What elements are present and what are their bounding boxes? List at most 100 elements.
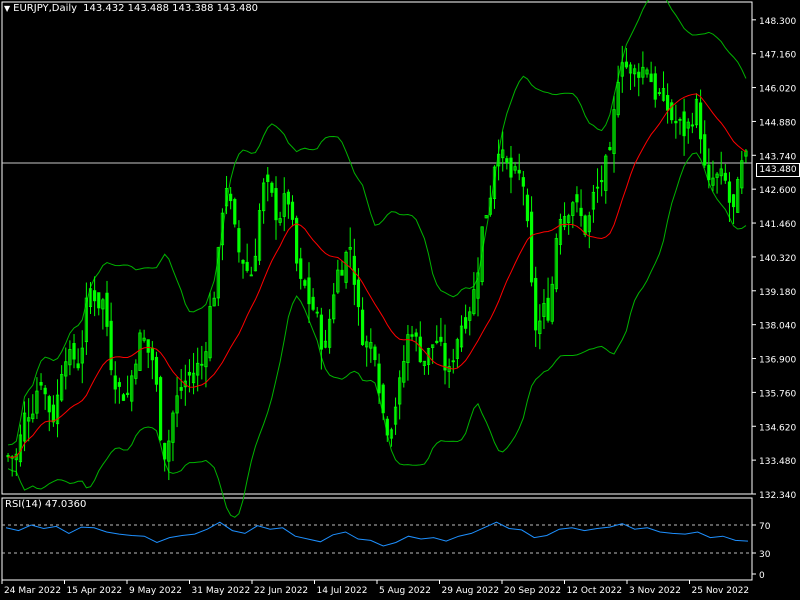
price-bar-body (579, 207, 583, 217)
rsi-plot-border (1, 497, 753, 581)
price-bar-body (299, 258, 303, 279)
time-axis: 24 Mar 2022 15 Apr 2022 9 May 2022 31 May 2… (1, 580, 750, 596)
price-bar-body (521, 177, 525, 187)
price-bar-body (270, 182, 274, 193)
price-bar-body (109, 320, 113, 371)
price-bar-body (525, 194, 530, 222)
price-tick-label: 142.600 (759, 186, 796, 196)
price-tick-label: 135.760 (759, 389, 796, 399)
price-bar-body (245, 261, 249, 271)
price-tick-label: 140.320 (759, 254, 796, 264)
price-tick-label: 134.620 (759, 423, 796, 433)
time-tick-label: 3 Nov 2022 (629, 586, 681, 596)
bollinger-bands (7, 0, 747, 518)
bollinger-upper-line (7, 0, 747, 446)
price-bar-body (93, 290, 97, 302)
price-bar-body (698, 102, 703, 140)
bollinger-lower-line (7, 152, 747, 518)
chart-canvas: 148.300 147.160 146.020 144.880 143.740 142.6… (1, 0, 796, 596)
time-tick-label: 29 Aug 2022 (442, 586, 500, 596)
price-bar-body (340, 269, 344, 276)
price-tick-label: 147.160 (759, 51, 796, 61)
price-bar-body (464, 317, 468, 329)
moving-average-line (7, 93, 747, 459)
price-bar-body (517, 169, 521, 174)
price-bar-body (121, 394, 126, 401)
price-bar-body (274, 188, 278, 221)
price-bar-body (290, 201, 295, 220)
price-bar-body (723, 172, 727, 181)
price-bar-body (373, 346, 377, 361)
price-bars (6, 45, 748, 481)
time-tick-label: 9 May 2022 (129, 586, 182, 596)
price-bar-body (39, 382, 43, 386)
price-bar-body (303, 280, 307, 286)
price-bar-body (410, 334, 414, 337)
price-bar-body (678, 118, 682, 121)
time-tick-label: 31 May 2022 (192, 586, 251, 596)
price-bar-body (266, 174, 270, 183)
price-bar-body (418, 336, 422, 363)
price-tick-label: 141.460 (759, 220, 796, 230)
price-tick-label: 143.740 (759, 152, 796, 162)
price-bar-body (505, 158, 509, 164)
price-bar-body (546, 297, 550, 321)
price-tick-label: 144.880 (759, 118, 796, 128)
price-tick-label: 133.480 (759, 457, 796, 467)
price-tick-label: 138.040 (759, 322, 796, 332)
price-bar-body (385, 418, 389, 436)
price-bar-body (200, 363, 204, 366)
price-axis: 148.300 147.160 146.020 144.880 143.740 142.6… (752, 17, 796, 501)
price-bar-body (286, 191, 290, 205)
price-bar-body (117, 382, 121, 387)
rsi-tick-label: 70 (759, 522, 771, 532)
main-chart-frame (1, 1, 753, 581)
price-bar-body (439, 336, 443, 342)
price-bar-body (443, 343, 447, 371)
price-bar-body (97, 292, 101, 309)
price-bar-body (72, 343, 76, 360)
price-bar-body (311, 296, 315, 310)
price-bar-body (731, 194, 736, 208)
price-bar-body (653, 73, 657, 100)
time-tick-label: 14 Jul 2022 (317, 586, 368, 596)
price-tick-label: 146.020 (759, 85, 796, 95)
price-bar-body (674, 120, 678, 124)
time-tick-label: 20 Sep 2022 (504, 586, 561, 596)
price-bar-body (187, 371, 192, 376)
rsi-panel: 70 30 0 (2, 521, 771, 581)
price-bar-body (575, 194, 579, 203)
price-bar-body (76, 363, 80, 369)
price-bar-body (229, 193, 233, 202)
price-bar-body (150, 347, 154, 361)
price-bar-body (583, 215, 587, 235)
price-bar-body (690, 124, 694, 127)
price-bar-body (47, 396, 51, 413)
price-bar-body (356, 279, 361, 308)
price-bar-body (666, 95, 670, 111)
price-tick-label: 139.180 (759, 288, 796, 298)
price-bar-body (377, 363, 381, 394)
time-tick-label: 25 Nov 2022 (692, 586, 750, 596)
price-bar-body (707, 164, 711, 181)
price-bar-body (435, 340, 439, 343)
price-tick-label: 132.340 (759, 491, 796, 501)
price-bar-body (414, 332, 418, 337)
price-bar-body (315, 311, 319, 314)
ohlc-values: 143.432 143.488 143.388 143.480 (83, 3, 259, 14)
price-bar-body (608, 147, 612, 151)
dropdown-triangle-icon[interactable]: ▼ (4, 4, 10, 13)
rsi-label: RSI(14) 47.0360 (5, 499, 87, 510)
rsi-tick-label: 30 (759, 550, 771, 560)
price-bar-body (657, 92, 661, 94)
time-tick-label: 12 Oct 2022 (567, 586, 623, 596)
price-bar-body (727, 181, 732, 203)
time-tick-label: 5 Aug 2022 (379, 586, 431, 596)
price-bar-body (649, 73, 653, 83)
time-tick-label: 15 Apr 2022 (67, 586, 123, 596)
price-bar-body (43, 387, 47, 395)
rsi-tick-label: 0 (759, 571, 765, 581)
price-bar-body (637, 71, 641, 78)
price-bar-body (237, 228, 241, 253)
price-bar-body (179, 387, 183, 391)
